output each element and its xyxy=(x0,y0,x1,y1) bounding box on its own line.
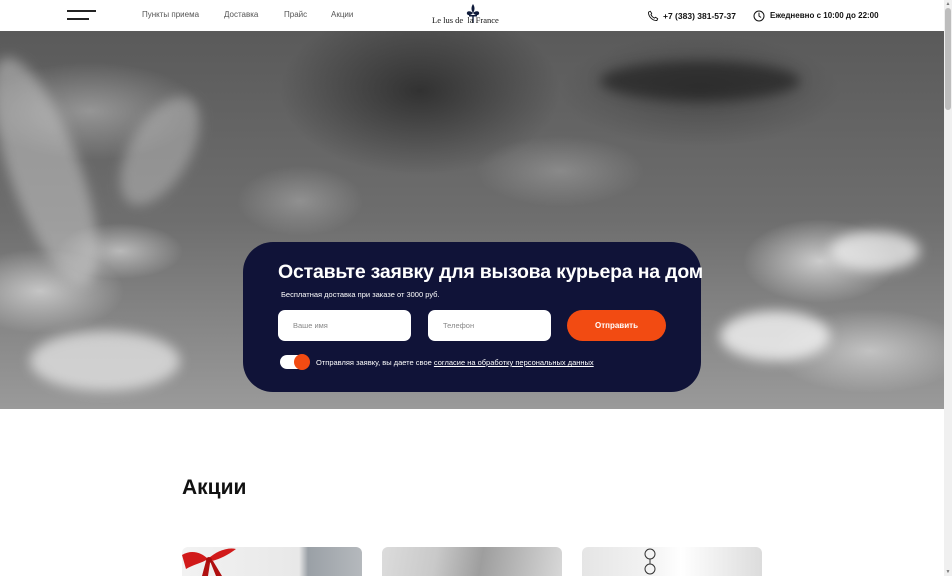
header-phone[interactable]: +7 (383) 381-57-37 xyxy=(647,9,736,22)
nav-item-price[interactable]: Прайс xyxy=(284,10,307,19)
clock-icon xyxy=(753,10,765,21)
form-subtitle: Бесплатная доставка при заказе от 3000 р… xyxy=(281,290,440,299)
logo-text: Le lus de la France xyxy=(432,15,499,25)
promo-card-image[interactable] xyxy=(382,547,562,576)
site-header: Пункты приема Доставка Прайс Акции Le lu… xyxy=(0,0,944,31)
phone-number[interactable]: +7 (383) 381-57-37 xyxy=(663,11,736,21)
consent-toggle[interactable] xyxy=(280,354,310,370)
consent-link[interactable]: согласие на обработку персональных данны… xyxy=(434,358,594,367)
scroll-thumb[interactable] xyxy=(945,8,951,110)
consent-prefix: Отправляя заявку, вы даете свое xyxy=(316,358,434,367)
toggle-knob xyxy=(294,354,310,370)
nav-item-delivery[interactable]: Доставка xyxy=(224,10,258,19)
submit-button[interactable]: Отправить xyxy=(567,310,666,341)
phone-input[interactable]: Телефон xyxy=(428,310,551,341)
phone-icon xyxy=(648,10,659,21)
promo-card-image[interactable] xyxy=(582,547,762,576)
menu-burger-icon[interactable] xyxy=(67,10,97,22)
page-scrollbar[interactable]: ▲ ▼ xyxy=(944,0,952,576)
form-title: Оставьте заявку для вызова курьера на до… xyxy=(278,261,704,283)
courier-request-form: Оставьте заявку для вызова курьера на до… xyxy=(243,242,704,392)
nav-item-pickup-points[interactable]: Пункты приема xyxy=(142,10,199,19)
scroll-up-arrow-icon[interactable]: ▲ xyxy=(945,1,951,7)
working-hours: Ежедневно с 10:00 до 22:00 xyxy=(753,9,879,22)
promotions-title: Акции xyxy=(182,476,247,499)
glasses-icon xyxy=(644,548,656,575)
hours-text: Ежедневно с 10:00 до 22:00 xyxy=(770,11,879,20)
nav-item-promotions[interactable]: Акции xyxy=(331,10,353,19)
consent-text: Отправляя заявку, вы даете свое согласие… xyxy=(316,358,594,367)
scroll-down-arrow-icon[interactable]: ▼ xyxy=(945,569,951,575)
promo-card-image[interactable] xyxy=(182,547,362,576)
ribbon-bow-icon xyxy=(182,548,236,576)
site-logo[interactable]: Le lus de la France xyxy=(432,4,514,26)
name-input[interactable]: Ваше имя xyxy=(278,310,411,341)
